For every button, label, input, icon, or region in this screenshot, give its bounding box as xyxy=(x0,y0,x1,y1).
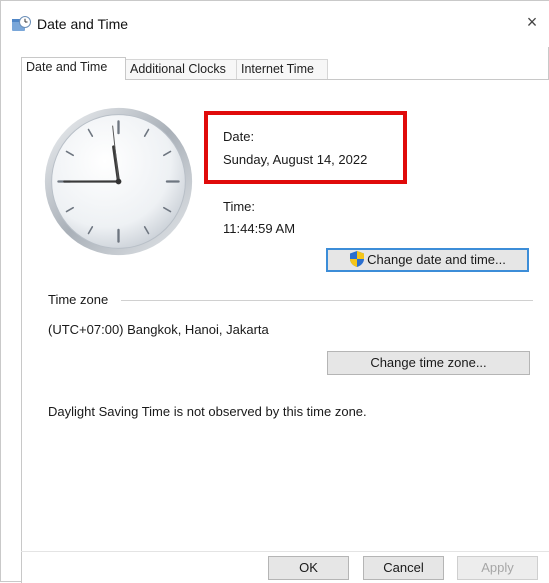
clock-center-pin xyxy=(116,179,122,185)
date-highlight-box xyxy=(204,111,407,184)
apply-button[interactable]: Apply xyxy=(457,556,538,580)
date-value: Sunday, August 14, 2022 xyxy=(223,152,367,167)
tab-date-and-time[interactable]: Date and Time xyxy=(21,57,126,80)
uac-shield-icon xyxy=(349,250,365,268)
time-value: 11:44:59 AM xyxy=(223,221,295,236)
date-time-dialog: Date and Time × Date and Time Additional… xyxy=(0,0,549,582)
title-bar[interactable]: Date and Time × xyxy=(1,1,549,47)
change-date-and-time-button[interactable]: Change date and time... xyxy=(326,248,529,272)
tab-additional-clocks[interactable]: Additional Clocks xyxy=(125,59,237,79)
date-time-settings-icon xyxy=(11,15,31,33)
dst-note: Daylight Saving Time is not observed by … xyxy=(48,404,367,419)
ok-button[interactable]: OK xyxy=(268,556,349,580)
window-title: Date and Time xyxy=(37,16,128,32)
change-date-and-time-label: Change date and time... xyxy=(367,252,506,267)
change-time-zone-button[interactable]: Change time zone... xyxy=(327,351,530,375)
time-label: Time: xyxy=(223,199,255,214)
time-zone-value: (UTC+07:00) Bangkok, Hanoi, Jakarta xyxy=(48,322,269,337)
time-zone-legend: Time zone xyxy=(48,292,114,307)
date-label: Date: xyxy=(223,129,254,144)
close-button[interactable]: × xyxy=(514,5,549,39)
cancel-button[interactable]: Cancel xyxy=(363,556,444,580)
footer-divider xyxy=(21,551,549,552)
analog-clock xyxy=(41,104,196,259)
time-zone-divider xyxy=(121,300,533,301)
tab-internet-time[interactable]: Internet Time xyxy=(236,59,328,79)
